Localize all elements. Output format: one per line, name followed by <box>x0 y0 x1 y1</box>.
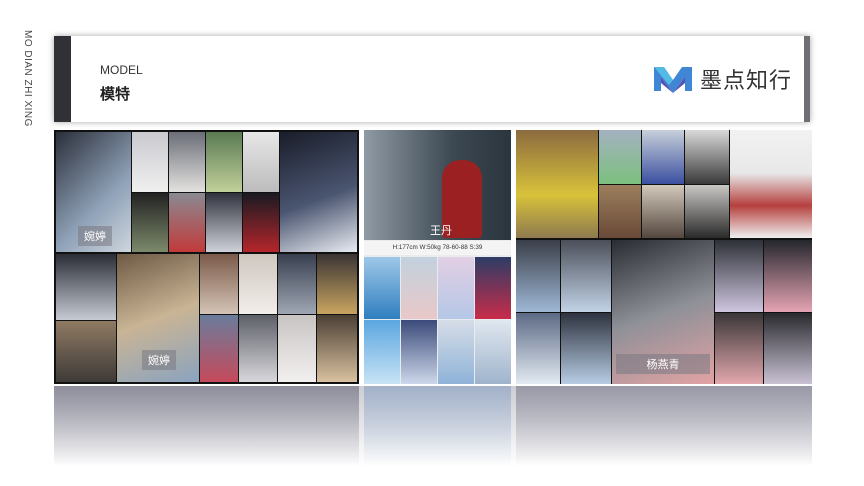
reflection-2 <box>364 386 511 466</box>
photo-cell <box>685 185 729 238</box>
photo-cell <box>243 132 279 192</box>
model-panel-2[interactable]: 王丹 H:177cm W:50kg 78-60-88 S:39 <box>364 130 511 384</box>
section-header: MODEL 模特 墨点知行 <box>54 36 810 122</box>
photo-cell <box>730 130 812 238</box>
photo-cell <box>561 240 611 312</box>
photo-cell <box>280 132 357 252</box>
photo-cell <box>206 132 242 192</box>
photo-cell <box>317 254 357 314</box>
photo-cell <box>516 130 598 238</box>
gallery-reflection <box>54 386 812 486</box>
photo-cell <box>364 320 400 384</box>
model-name-caption: 王丹 <box>430 225 452 237</box>
photo-cell <box>200 254 238 314</box>
model-name-caption: 婉婷 <box>142 350 176 370</box>
photo-cell <box>132 132 168 192</box>
photo-cell <box>599 130 641 184</box>
logo-text: 墨点知行 <box>699 68 792 93</box>
photo-cell <box>200 315 238 382</box>
brand-logo[interactable]: 墨点知行 <box>652 61 792 97</box>
reflection-3 <box>516 386 812 466</box>
photo-cell <box>169 193 205 252</box>
photo-cell <box>278 315 316 382</box>
photo-cell <box>243 193 279 252</box>
section-label-cn: 模特 <box>100 86 131 103</box>
photo-cell <box>438 320 474 384</box>
photo-cell <box>401 320 437 384</box>
model-name-caption: 婉婷 <box>78 226 112 246</box>
photo-cell <box>642 185 684 238</box>
model-name-caption: 杨燕青 <box>616 354 710 374</box>
photo-cell <box>438 257 474 319</box>
photo-cell <box>715 240 763 312</box>
photo-cell <box>364 257 400 319</box>
photo-cell <box>599 185 641 238</box>
model-panel-1[interactable]: 婉婷 婉婷 <box>54 130 359 384</box>
photo-cell <box>206 193 242 252</box>
photo-cell <box>239 315 277 382</box>
photo-cell <box>56 321 116 382</box>
side-brand-text: MO DIAN ZHI XING <box>22 30 33 127</box>
photo-cell <box>764 240 812 312</box>
header-accent-bar <box>54 36 71 122</box>
photo-cell <box>516 240 560 312</box>
photo-cell <box>475 320 511 384</box>
photo-cell <box>239 254 277 314</box>
photo-cell <box>475 257 511 319</box>
photo-cell <box>561 313 611 384</box>
model-stats: H:177cm W:50kg 78-60-88 S:39 <box>364 241 511 255</box>
photo-cell <box>56 254 116 320</box>
section-label-en: MODEL <box>100 63 143 77</box>
photo-cell <box>764 313 812 384</box>
header-right-bar <box>804 36 810 122</box>
model-panel-3[interactable]: 杨燕青 <box>516 130 812 384</box>
photo-cell <box>642 130 684 184</box>
photo-cell <box>169 132 205 192</box>
photo-cell <box>516 313 560 384</box>
photo-cell <box>132 193 168 252</box>
photo-cell <box>685 130 729 184</box>
photo-cell <box>715 313 763 384</box>
reflection-1 <box>54 386 359 466</box>
photo-cell <box>317 315 357 382</box>
m-logo-icon <box>653 67 692 93</box>
photo-cell <box>401 257 437 319</box>
photo-cell <box>278 254 316 314</box>
